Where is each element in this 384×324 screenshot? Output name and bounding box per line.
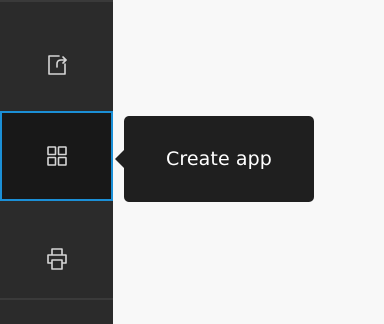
sidebar-toolbar (0, 0, 113, 324)
sidebar-divider-top (0, 0, 113, 2)
print-button[interactable] (0, 214, 113, 304)
tooltip-arrow (115, 150, 124, 168)
create-app-tooltip: Create app (115, 116, 314, 202)
grid-apps-icon (44, 143, 70, 169)
share-button[interactable] (0, 20, 113, 110)
sidebar-divider-bottom (0, 298, 113, 300)
tooltip-label: Create app (166, 148, 272, 170)
create-app-button[interactable] (0, 111, 113, 201)
share-icon (44, 52, 70, 78)
printer-icon (44, 246, 70, 272)
